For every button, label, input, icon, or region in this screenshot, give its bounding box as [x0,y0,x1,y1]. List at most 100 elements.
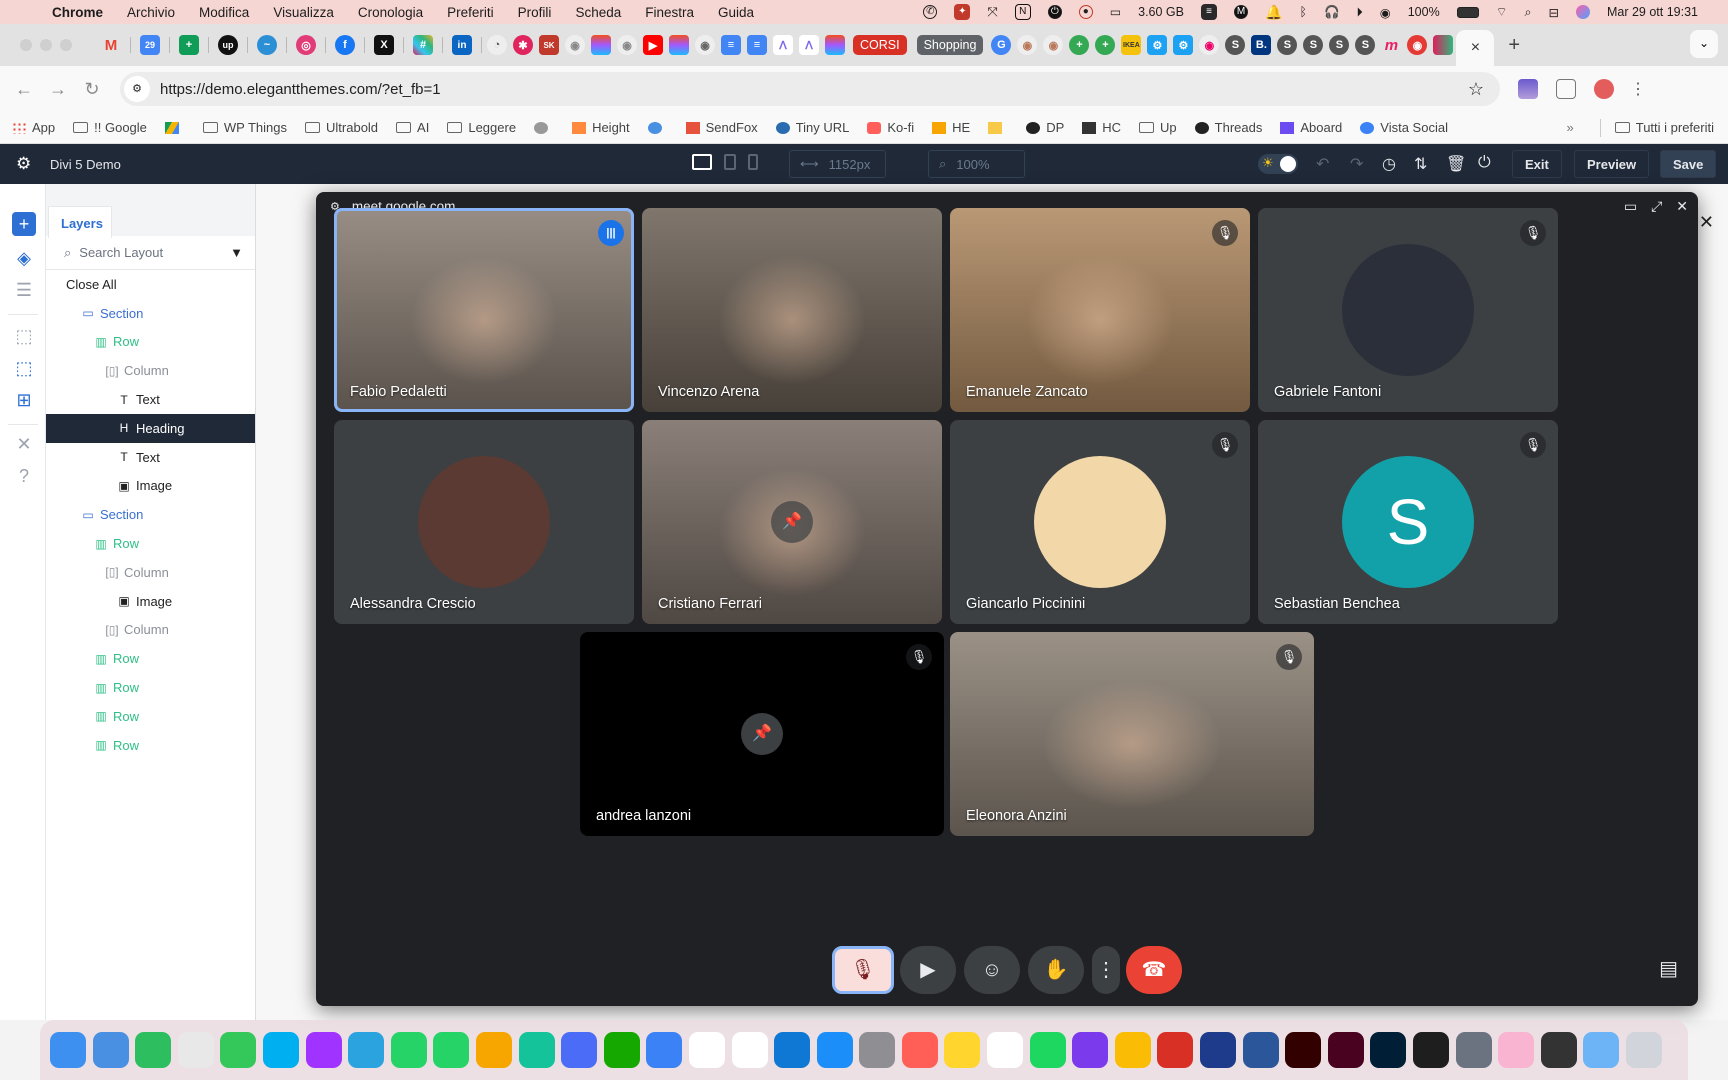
tools-icon[interactable]: ✕ [12,434,36,458]
tab-figma-3[interactable] [825,35,845,55]
layer-section[interactable]: ▭ Section [46,299,255,328]
phone-view-icon[interactable] [748,154,758,170]
active-tab[interactable]: × [1456,30,1495,66]
dock-app-screenshot-app[interactable] [1455,1032,1492,1068]
zoom-window-button[interactable] [60,39,72,51]
dock-app-link-app[interactable] [561,1032,598,1068]
tab-docs-1[interactable]: ≡ [721,35,741,55]
dock-app-launchpad[interactable] [901,1032,938,1068]
bookmark-ai[interactable]: AI [396,120,429,135]
new-tab-button[interactable]: + [1508,34,1520,57]
notification-icon[interactable]: 🔔 [1265,4,1282,21]
menu-cronologia[interactable]: Cronologia [358,5,423,20]
close-window-button[interactable] [20,39,32,51]
m-icon[interactable]: M [1234,5,1248,19]
menu-scheda[interactable]: Scheda [575,5,621,20]
dock-app-mail-alt[interactable] [475,1032,512,1068]
settings-gear-icon[interactable]: ⚙ [16,154,36,174]
bookmark-wp-things[interactable]: WP Things [202,120,287,135]
bookmark-leggere[interactable]: Leggere [447,120,516,135]
tab-upwork[interactable]: up [218,35,238,55]
tab-group-shopping[interactable]: Shopping [916,35,984,55]
tab-booking[interactable]: B. [1251,35,1272,55]
tablet-view-icon[interactable] [724,154,736,170]
clock-datetime[interactable]: Mar 29 ott 19:31 [1607,5,1698,19]
menu-modifica[interactable]: Modifica [199,5,249,20]
tab-site-16[interactable]: S [1355,35,1376,55]
tab-site-10[interactable]: ⚙ [1173,35,1194,55]
dock-app-whatsapp-business[interactable] [390,1032,427,1068]
layers-icon[interactable]: ◈ [12,248,36,272]
participant-tile[interactable]: S 🎙 Sebastian Benchea [1258,420,1558,624]
layer-module[interactable]: ▣ Image [46,587,255,616]
tab-site-2[interactable]: ◉ [617,35,637,55]
menu-finestra[interactable]: Finestra [645,5,694,20]
tab-docs-2[interactable]: ≡ [747,35,767,55]
dock-app-trash[interactable] [1625,1032,1662,1068]
tab-ikea[interactable]: IKEA [1121,35,1142,55]
leave-call-button[interactable]: ☎ [1126,946,1182,994]
dock-app-messenger[interactable] [305,1032,342,1068]
forward-button[interactable]: → [48,79,68,100]
dock-app-whatsapp[interactable] [433,1032,470,1068]
tab-site-8[interactable]: + [1095,35,1116,55]
dock-app-notion[interactable] [688,1032,725,1068]
bookmark-ko-fi[interactable]: Ko-fi [867,120,914,135]
tab-site-15[interactable]: S [1329,35,1350,55]
dock-app-safari-alt[interactable] [92,1032,129,1068]
dock-app-skype[interactable] [262,1032,299,1068]
participant-tile[interactable]: 🎙 Giancarlo Piccinini [950,420,1250,624]
tab-youtube[interactable]: ▶ [643,35,663,55]
bookmark-sendfox[interactable]: SendFox [685,120,758,135]
minimize-window-button[interactable] [40,39,52,51]
participant-tile[interactable]: 📌 Cristiano Ferrari [642,420,942,624]
tab-site-5[interactable]: ◉ [1017,35,1038,55]
tab-pink-app[interactable]: ◎ [296,35,316,55]
participant-tile[interactable]: 🎙 Emanuele Zancato [950,208,1250,412]
close-tab-icon[interactable]: × [1471,39,1480,57]
canvas-width-field[interactable]: ⟷ 1152px [789,150,886,178]
dock-app-pink-app[interactable] [1498,1032,1535,1068]
pin-icon[interactable]: 📌 [741,713,783,755]
user-icon[interactable]: ◉ [1380,5,1391,20]
bookmark-app[interactable]: App [12,120,55,135]
bookmark-power[interactable] [534,121,554,134]
dock-app-reminders[interactable] [987,1032,1024,1068]
add-module-button[interactable]: + [12,212,36,236]
layer-column[interactable]: [▯] Column [46,558,255,587]
save-button[interactable]: Save [1660,150,1717,178]
tab-clickup-2[interactable]: ᐱ [799,35,819,55]
bookmark-aboard[interactable]: Aboard [1280,120,1342,135]
bluetooth-icon[interactable]: ᛒ [1299,5,1307,19]
help-icon[interactable]: ? [12,466,36,490]
bookmark-vista-social[interactable]: Vista Social [1360,120,1448,135]
search-input[interactable]: Search Layout [79,245,163,260]
bookmark-ultrabold[interactable]: Ultrabold [305,120,378,135]
history-icon[interactable]: ◷ [1382,154,1396,174]
extension-hourglass-icon[interactable] [1518,79,1538,99]
close-panel-icon[interactable]: ✕ [1699,212,1714,233]
dock-app-upwork[interactable] [603,1032,640,1068]
bookmark-dp[interactable]: DP [1026,120,1064,135]
camera-pip-icon[interactable]: ▭ [1624,198,1637,215]
bookmark-height[interactable]: Height [572,120,630,135]
url-text[interactable]: https://demo.elegantthemes.com/?et_fb=1 [160,81,441,98]
dock-app-chrome[interactable] [177,1032,214,1068]
tab-site-18[interactable] [1433,35,1454,55]
dock-app-red-app[interactable] [1157,1032,1194,1068]
tab-site-4[interactable]: G [991,35,1012,55]
participant-tile[interactable]: 📌 🎙 andrea lanzoni [580,632,944,836]
layer-module[interactable]: T Text [46,385,255,414]
tab-site-1[interactable]: ◉ [565,35,585,55]
menu-archivio[interactable]: Archivio [127,5,175,20]
extensions-puzzle-icon[interactable] [1556,79,1576,99]
dock-app-power-app[interactable] [1072,1032,1109,1068]
layer-row[interactable]: ▥ Row [46,702,255,731]
participant-tile[interactable]: ||| Fabio Pedaletti [334,208,634,412]
back-to-tab-icon[interactable]: ⤢ [1651,198,1662,215]
bookmark-tiny-url[interactable]: Tiny URL [775,120,849,135]
bookmark-hc[interactable]: HC [1082,120,1121,135]
tab-slack[interactable]: # [413,35,433,55]
dock-app-bookmark-app[interactable] [646,1032,683,1068]
expand-icon[interactable]: ⤧ [987,4,997,20]
